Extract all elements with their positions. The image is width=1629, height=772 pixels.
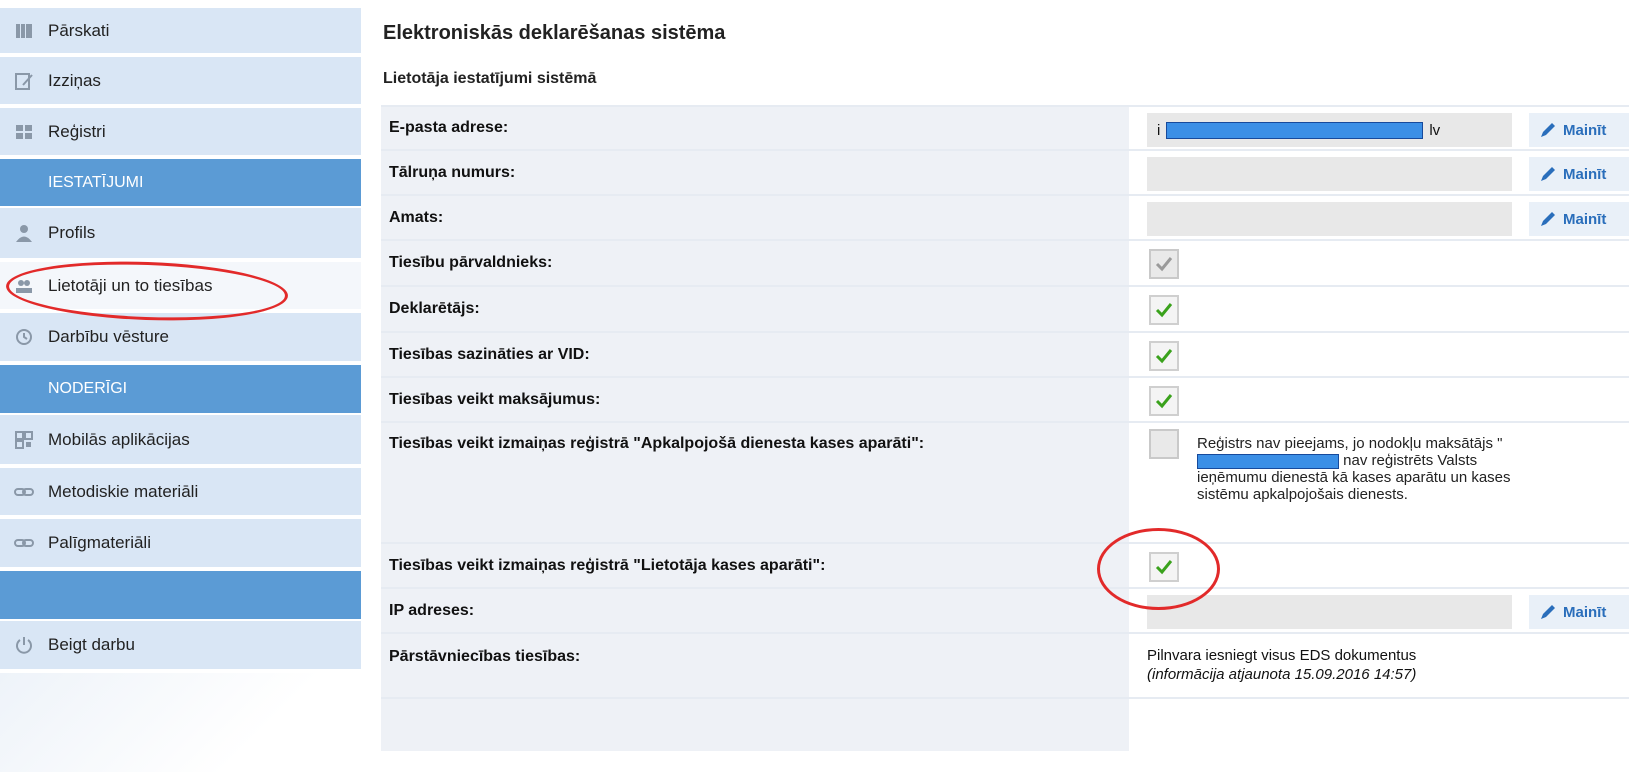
row-rights-admin: Tiesību pārvaldnieks: <box>381 241 1629 287</box>
sidebar-item-label: Reģistri <box>48 121 106 141</box>
contact-vid-checkbox[interactable] <box>1149 341 1179 371</box>
sidebar-section-settings: IESTATĪJUMI <box>0 159 361 206</box>
sidebar-item-izzinas[interactable]: Izziņas <box>0 57 361 106</box>
row-representation: Pārstāvniecības tiesības: Pilnvara iesni… <box>381 634 1629 699</box>
button-label: Mainīt <box>1563 121 1607 139</box>
row-declarer: Deklarētājs: <box>381 287 1629 333</box>
sidebar-item-label: Pārskati <box>48 20 110 40</box>
reports-icon <box>0 21 48 41</box>
row-label: Tiesības veikt maksājumus: <box>381 378 1129 421</box>
row-label: Deklarētājs: <box>381 287 1129 331</box>
edit-phone-button[interactable]: Mainīt <box>1529 157 1629 191</box>
sidebar-item-label: Mobilās aplikācijas <box>48 429 190 449</box>
history-icon <box>0 327 48 347</box>
sidebar-item-registri[interactable]: Reģistri <box>0 108 361 157</box>
highlight-ellipse <box>1097 528 1220 610</box>
pencil-icon <box>1541 123 1555 137</box>
edit-email-button[interactable]: Mainīt <box>1529 113 1629 147</box>
sidebar-item-aux-materials[interactable]: Palīgmateriāli <box>0 519 361 569</box>
row-label: E-pasta adrese: <box>381 107 1129 149</box>
email-field[interactable]: i lv <box>1147 113 1512 147</box>
registers-icon <box>0 122 48 142</box>
redaction-mask <box>1197 453 1339 469</box>
sidebar: Pārskati Izziņas Reģistri IESTATĪJUMI Pr… <box>0 0 361 772</box>
representation-value: Pilnvara iesniegt visus EDS dokumentus (… <box>1147 646 1416 684</box>
row-registry-service: Tiesības veikt izmaiņas reģistrā "Apkalp… <box>381 423 1629 544</box>
row-payments: Tiesības veikt maksājumus: <box>381 378 1629 423</box>
row-registry-user: Tiesības veikt izmaiņas reģistrā "Lietot… <box>381 544 1629 589</box>
sidebar-item-label: Darbību vēsture <box>48 327 169 346</box>
edit-position-button[interactable]: Mainīt <box>1529 202 1629 236</box>
sidebar-spacer <box>0 571 361 619</box>
section-title: Lietotāja iestatījumi sistēmā <box>383 70 597 87</box>
row-contact-vid: Tiesības sazināties ar VID: <box>381 333 1629 378</box>
sidebar-item-profils[interactable]: Profils <box>0 208 361 260</box>
sidebar-footer <box>0 673 361 772</box>
sidebar-item-label: Izziņas <box>48 70 101 90</box>
button-label: Mainīt <box>1563 603 1607 621</box>
row-label: Tiesības sazināties ar VID: <box>381 333 1129 376</box>
inquiries-icon <box>0 71 48 91</box>
sidebar-item-label: Metodiskie materiāli <box>48 481 199 501</box>
edit-ip-button[interactable]: Mainīt <box>1529 595 1629 629</box>
representation-text: Pilnvara iesniegt visus EDS dokumentus <box>1147 647 1417 664</box>
sidebar-section-useful: NODERĪGI <box>0 365 361 413</box>
row-label: Amats: <box>381 196 1129 239</box>
sidebar-item-label: Palīgmateriāli <box>48 533 151 552</box>
check-icon <box>1155 394 1173 409</box>
page-title: Elektroniskās deklarēšanas sistēma <box>383 22 726 44</box>
pencil-icon <box>1541 605 1555 619</box>
button-label: Mainīt <box>1563 210 1607 228</box>
row-position: Amats: Mainīt <box>381 196 1629 241</box>
link-icon <box>0 482 48 502</box>
row-ip: IP adreses: Mainīt <box>381 589 1629 634</box>
row-email: E-pasta adrese: i lv Mainīt <box>381 105 1629 151</box>
sidebar-item-methodical[interactable]: Metodiskie materiāli <box>0 468 361 517</box>
row-label <box>381 699 1129 751</box>
note-text: Reģistrs nav pieejams, jo nodokļu maksāt… <box>1197 435 1503 452</box>
row-label: Pārstāvniecības tiesības: <box>381 634 1129 697</box>
phone-field[interactable] <box>1147 157 1512 191</box>
sidebar-item-parskati[interactable]: Pārskati <box>0 8 361 55</box>
check-icon <box>1155 257 1173 272</box>
ip-field[interactable] <box>1147 595 1512 629</box>
power-icon <box>0 635 48 655</box>
registry-unavailable-note: Reģistrs nav pieejams, jo nodokļu maksāt… <box>1197 435 1537 503</box>
row-empty <box>381 699 1629 751</box>
check-icon <box>1155 349 1173 364</box>
declarer-checkbox[interactable] <box>1149 295 1179 325</box>
profile-icon <box>0 223 48 243</box>
button-label: Mainīt <box>1563 165 1607 183</box>
email-prefix: i <box>1157 121 1161 139</box>
sidebar-item-mobile-apps[interactable]: Mobilās aplikācijas <box>0 415 361 466</box>
email-suffix: lv <box>1429 121 1441 139</box>
row-label: Tiesības veikt izmaiņas reģistrā "Apkalp… <box>381 423 1129 542</box>
payments-checkbox[interactable] <box>1149 386 1179 416</box>
check-icon <box>1155 303 1173 318</box>
sidebar-item-logout[interactable]: Beigt darbu <box>0 621 361 671</box>
pencil-icon <box>1541 167 1555 181</box>
sidebar-item-history[interactable]: Darbību vēsture <box>0 313 361 363</box>
updated-timestamp: (informācija atjaunota 15.09.2016 14:57) <box>1147 666 1417 683</box>
link-icon <box>0 533 48 553</box>
row-phone: Tālruņa numurs: Mainīt <box>381 151 1629 196</box>
sidebar-item-label: Beigt darbu <box>48 635 135 654</box>
redaction-mask <box>1166 121 1424 139</box>
qr-icon <box>0 430 48 450</box>
registry-service-checkbox[interactable] <box>1149 429 1179 459</box>
rights-admin-checkbox[interactable] <box>1149 249 1179 279</box>
pencil-icon <box>1541 212 1555 226</box>
row-label: Tiesību pārvaldnieks: <box>381 241 1129 285</box>
sidebar-item-label: Profils <box>48 223 96 242</box>
row-label: Tālruņa numurs: <box>381 151 1129 194</box>
row-label: IP adreses: <box>381 589 1129 632</box>
position-field[interactable] <box>1147 202 1512 236</box>
row-label: Tiesības veikt izmaiņas reģistrā "Lietot… <box>381 544 1129 587</box>
